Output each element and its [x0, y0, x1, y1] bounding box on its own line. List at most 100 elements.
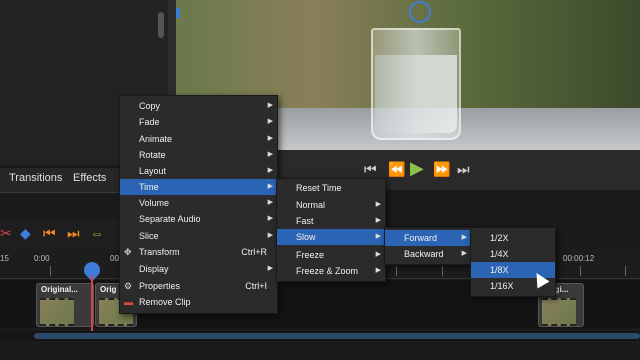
submenu-arrow-icon: ▶ — [267, 151, 273, 158]
ruler-tick — [442, 266, 443, 276]
menu-item-reset-time[interactable]: Reset Time — [277, 180, 385, 196]
menu-item-label: Freeze — [296, 250, 325, 260]
speed-submenu: 1/2X 1/4X 1/8X 1/16X — [470, 227, 556, 297]
menu-item-transform[interactable]: ✥ Transform Ctrl+R — [120, 244, 277, 260]
add-marker-icon[interactable]: ◆ — [20, 225, 31, 242]
menu-shortcut: Ctrl+R — [241, 247, 267, 257]
submenu-arrow-icon: ▶ — [461, 234, 467, 241]
submenu-arrow-icon: ▶ — [267, 167, 273, 174]
ruler-tick — [580, 266, 581, 276]
submenu-arrow-icon: ▶ — [375, 217, 381, 224]
submenu-arrow-icon: ▶ — [461, 250, 467, 257]
menu-item-backward[interactable]: Backward ▶ — [385, 246, 471, 262]
menu-item-label: Freeze & Zoom — [296, 266, 359, 276]
menu-item-layout[interactable]: Layout ▶ — [120, 163, 277, 179]
clip-title: Orig — [100, 285, 117, 294]
menu-item-rotate[interactable]: Rotate ▶ — [120, 147, 277, 163]
menu-item-label: Slice — [139, 231, 159, 241]
menu-item-label: 1/16X — [490, 281, 514, 291]
menu-item-slice[interactable]: Slice ▶ — [120, 228, 277, 244]
menu-item-separate-audio[interactable]: Separate Audio ▶ — [120, 211, 277, 227]
ruler-tick — [625, 266, 626, 276]
menu-item-label: Animate — [139, 134, 173, 144]
slow-submenu: Forward ▶ Backward ▶ — [384, 227, 472, 265]
menu-item-label: 1/8X — [490, 265, 509, 275]
fast-forward-icon[interactable]: ⏩ — [433, 161, 450, 178]
menu-item-freeze[interactable]: Freeze ▶ — [277, 247, 385, 263]
submenu-arrow-icon: ▶ — [267, 183, 273, 190]
menu-item-display[interactable]: Display ▶ — [120, 261, 277, 277]
timeline-clip[interactable]: Original... — [36, 283, 94, 327]
menu-item-fast[interactable]: Fast ▶ — [277, 213, 385, 229]
rewind-icon[interactable]: ⏪ — [388, 161, 405, 178]
menu-item-label: Separate Audio — [139, 214, 201, 224]
clip-thumbnail — [542, 298, 576, 326]
menu-item-label: Remove Clip — [139, 297, 191, 307]
gear-icon: ⚙ — [124, 281, 133, 291]
menu-item-copy[interactable]: Copy ▶ — [120, 98, 277, 114]
menu-item-fade[interactable]: Fade ▶ — [120, 114, 277, 130]
ruler-label: 00:00:12 — [563, 254, 595, 263]
menu-item-label: Properties — [139, 281, 181, 291]
menu-item-label: Volume — [139, 198, 170, 208]
clip-context-menu: Copy ▶ Fade ▶ Animate ▶ Rotate ▶ Layout ▶ Tim… — [119, 95, 278, 314]
transform-center-handle[interactable] — [409, 1, 431, 23]
submenu-arrow-icon: ▶ — [375, 233, 381, 240]
menu-item-label: Fast — [296, 216, 314, 226]
move-icon: ✥ — [124, 247, 132, 257]
ruler-label: 15 — [0, 254, 9, 263]
center-playhead-icon[interactable]: ⇔ — [90, 225, 104, 241]
submenu-arrow-icon: ▶ — [375, 267, 381, 274]
menu-item-freeze-zoom[interactable]: Freeze & Zoom ▶ — [277, 263, 385, 279]
menu-item-label: Time — [139, 182, 159, 192]
menu-item-label: Fade — [139, 117, 160, 127]
timeline-toolbar — [0, 218, 125, 250]
menu-shortcut: Ctrl+I — [245, 281, 267, 291]
submenu-arrow-icon: ▶ — [267, 199, 273, 206]
menu-item-label: Display — [139, 264, 169, 274]
panel-scrollbar[interactable] — [158, 12, 164, 38]
next-marker-icon[interactable]: ⏭ — [67, 225, 80, 242]
menu-item-remove-clip[interactable]: ▬ Remove Clip — [120, 294, 277, 310]
transform-edge-handle[interactable] — [176, 8, 180, 18]
menu-item-label: Reset Time — [296, 183, 342, 193]
clip-thumbnail — [40, 298, 74, 326]
tab-effects[interactable]: Effects — [73, 172, 106, 184]
submenu-arrow-icon: ▶ — [375, 251, 381, 258]
play-icon[interactable]: ▶ — [410, 158, 424, 179]
menu-item-label: 1/2X — [490, 233, 509, 243]
menu-item-label: Normal — [296, 200, 326, 210]
menu-item-label: Slow — [296, 232, 316, 242]
menu-item-label: Backward — [404, 249, 444, 259]
submenu-arrow-icon: ▶ — [267, 102, 273, 109]
tab-transitions[interactable]: Transitions — [9, 172, 62, 184]
menu-item-volume[interactable]: Volume ▶ — [120, 195, 277, 211]
menu-item-label: Copy — [139, 101, 161, 111]
playhead-line — [91, 275, 93, 335]
preview-water — [375, 55, 457, 133]
menu-item-speed-1-2x[interactable]: 1/2X — [471, 230, 555, 246]
menu-item-label: Rotate — [139, 150, 166, 160]
timeline-scrollbar-thumb[interactable] — [34, 333, 640, 339]
submenu-arrow-icon: ▶ — [267, 215, 273, 222]
ruler-tick — [50, 266, 51, 276]
menu-item-time[interactable]: Time ▶ — [120, 179, 277, 195]
ruler-tick — [396, 266, 397, 276]
submenu-arrow-icon: ▶ — [267, 135, 273, 142]
jump-end-icon[interactable]: ⏭ — [457, 161, 470, 178]
menu-item-properties[interactable]: ⚙ Properties Ctrl+I — [120, 278, 277, 294]
jump-start-icon[interactable]: ⏮ — [364, 161, 377, 178]
ruler-label: 0:00 — [34, 254, 50, 263]
menu-item-slow[interactable]: Slow ▶ — [277, 229, 385, 245]
menu-item-speed-1-4x[interactable]: 1/4X — [471, 246, 555, 262]
menu-item-label: Layout — [139, 166, 167, 176]
remove-icon: ▬ — [124, 297, 133, 307]
submenu-arrow-icon: ▶ — [375, 201, 381, 208]
menu-item-forward[interactable]: Forward ▶ — [385, 230, 471, 246]
menu-item-normal[interactable]: Normal ▶ — [277, 197, 385, 213]
razor-icon[interactable]: ✂ — [0, 225, 12, 242]
time-submenu: Reset Time Normal ▶ Fast ▶ Slow ▶ Freeze ▶ F… — [276, 178, 386, 282]
menu-item-animate[interactable]: Animate ▶ — [120, 131, 277, 147]
previous-marker-icon[interactable]: ⏮ — [43, 225, 56, 242]
submenu-arrow-icon: ▶ — [267, 265, 273, 272]
